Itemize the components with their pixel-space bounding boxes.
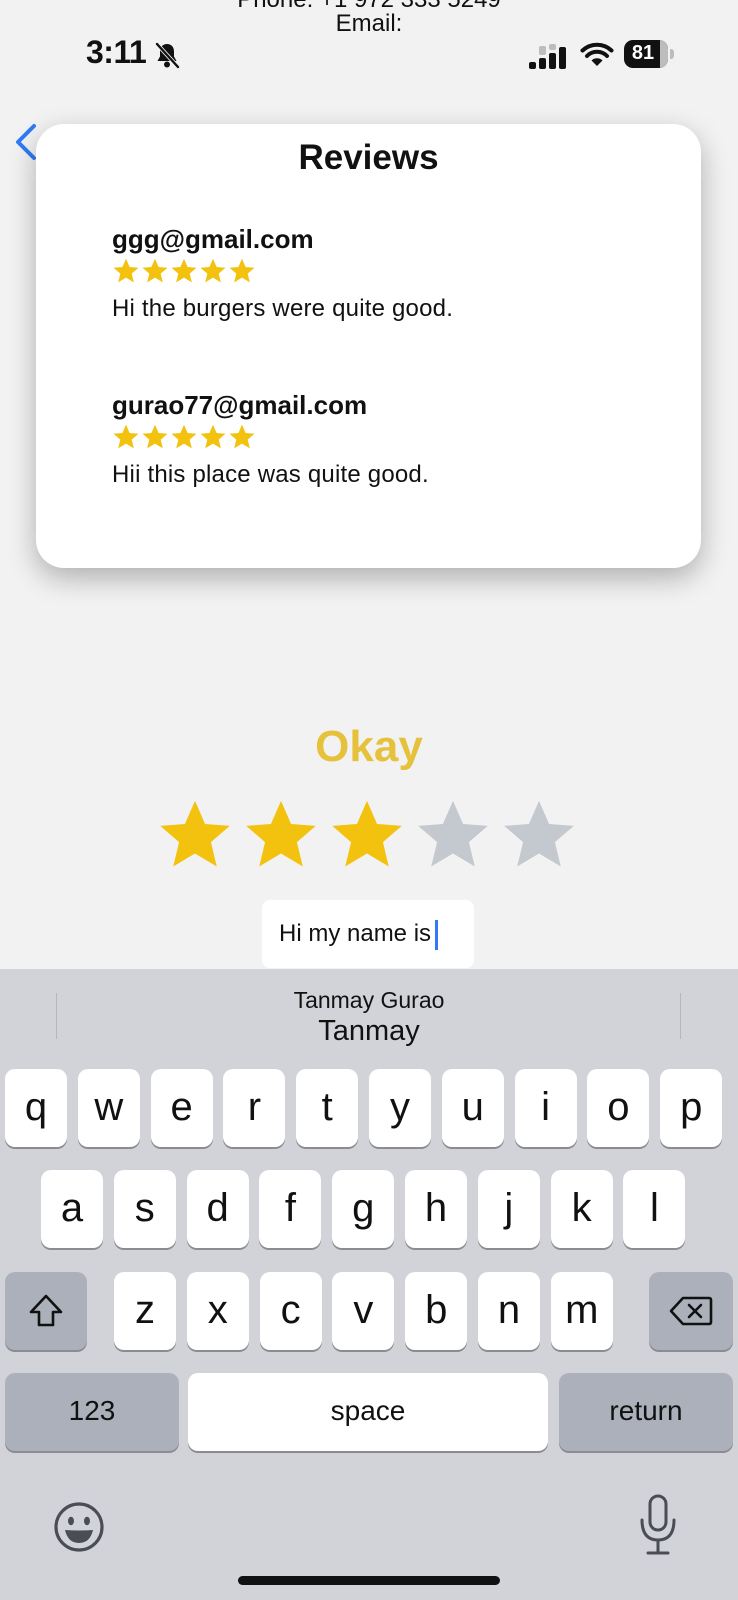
key-j[interactable]: j xyxy=(477,1170,540,1248)
home-indicator[interactable] xyxy=(238,1576,500,1585)
star-icon xyxy=(200,424,226,449)
key-g[interactable]: g xyxy=(332,1170,395,1248)
bell-slash-icon xyxy=(155,42,180,69)
key-k[interactable]: k xyxy=(550,1170,613,1248)
shift-key[interactable] xyxy=(5,1272,87,1350)
reviews-title: Reviews xyxy=(298,138,439,177)
numbers-key[interactable]: 123 xyxy=(5,1373,179,1451)
rating-label: Okay xyxy=(315,722,423,771)
signal-icon xyxy=(529,44,566,69)
star-icon xyxy=(171,258,197,283)
backspace-icon xyxy=(669,1296,713,1326)
wifi-icon xyxy=(580,42,614,66)
key-i[interactable]: i xyxy=(514,1069,577,1147)
star-icon[interactable] xyxy=(414,796,492,874)
review-stars xyxy=(112,257,672,285)
key-z[interactable]: z xyxy=(114,1272,176,1350)
comment-input-value: Hi my name is xyxy=(279,920,432,947)
key-p[interactable]: p xyxy=(660,1069,723,1147)
reviews-card: Reviews ggg@gmail.com Hi the burgers wer… xyxy=(36,124,701,568)
review-item: ggg@gmail.com Hi the burgers were quite … xyxy=(112,224,672,323)
key-v[interactable]: v xyxy=(332,1272,395,1350)
review-user: ggg@gmail.com xyxy=(112,224,314,254)
key-q[interactable]: q xyxy=(5,1069,67,1147)
star-icon xyxy=(142,424,168,449)
microphone-icon[interactable] xyxy=(636,1494,680,1556)
rating-stars[interactable] xyxy=(156,796,586,876)
shift-icon xyxy=(29,1294,63,1327)
key-s[interactable]: s xyxy=(113,1170,176,1248)
review-user: gurao77@gmail.com xyxy=(112,390,368,420)
key-o[interactable]: o xyxy=(587,1069,650,1147)
star-icon xyxy=(200,258,226,283)
suggestion-primary[interactable]: Tanmay xyxy=(0,1015,738,1048)
battery-icon: 81 xyxy=(624,40,676,68)
suggestion-secondary[interactable]: Tanmay Gurao xyxy=(0,987,738,1014)
review-stars xyxy=(112,423,672,451)
key-w[interactable]: w xyxy=(77,1069,140,1147)
star-icon xyxy=(229,424,255,449)
key-y[interactable]: y xyxy=(369,1069,431,1147)
key-x[interactable]: x xyxy=(186,1272,249,1350)
star-icon xyxy=(229,258,255,283)
key-c[interactable]: c xyxy=(259,1272,322,1350)
review-text: Hii this place was quite good. xyxy=(112,461,429,488)
key-h[interactable]: h xyxy=(405,1170,467,1248)
key-a[interactable]: a xyxy=(41,1170,103,1248)
star-icon[interactable] xyxy=(500,796,578,874)
key-t[interactable]: t xyxy=(296,1069,359,1147)
star-icon xyxy=(142,258,168,283)
return-key[interactable]: return xyxy=(559,1373,733,1451)
key-r[interactable]: r xyxy=(223,1069,286,1147)
key-e[interactable]: e xyxy=(150,1069,213,1147)
key-u[interactable]: u xyxy=(441,1069,504,1147)
backspace-key[interactable] xyxy=(649,1272,733,1350)
review-text: Hi the burgers were quite good. xyxy=(112,295,454,322)
review-item: gurao77@gmail.com Hii this place was qui… xyxy=(112,390,672,489)
emoji-icon[interactable] xyxy=(52,1500,106,1554)
status-time: 3:11 xyxy=(86,34,147,70)
space-key[interactable]: space xyxy=(188,1373,548,1451)
key-n[interactable]: n xyxy=(478,1272,540,1350)
star-icon[interactable] xyxy=(242,796,320,874)
star-icon xyxy=(113,258,139,283)
star-icon xyxy=(113,424,139,449)
key-l[interactable]: l xyxy=(623,1170,686,1248)
key-d[interactable]: d xyxy=(186,1170,249,1248)
comment-input[interactable]: Hi my name is xyxy=(262,900,474,968)
text-caret xyxy=(435,919,439,950)
key-f[interactable]: f xyxy=(259,1170,322,1248)
star-icon[interactable] xyxy=(156,796,234,874)
key-m[interactable]: m xyxy=(550,1272,613,1350)
battery-level: 81 xyxy=(631,42,655,64)
star-icon xyxy=(171,424,197,449)
star-icon[interactable] xyxy=(328,796,406,874)
key-b[interactable]: b xyxy=(405,1272,468,1350)
